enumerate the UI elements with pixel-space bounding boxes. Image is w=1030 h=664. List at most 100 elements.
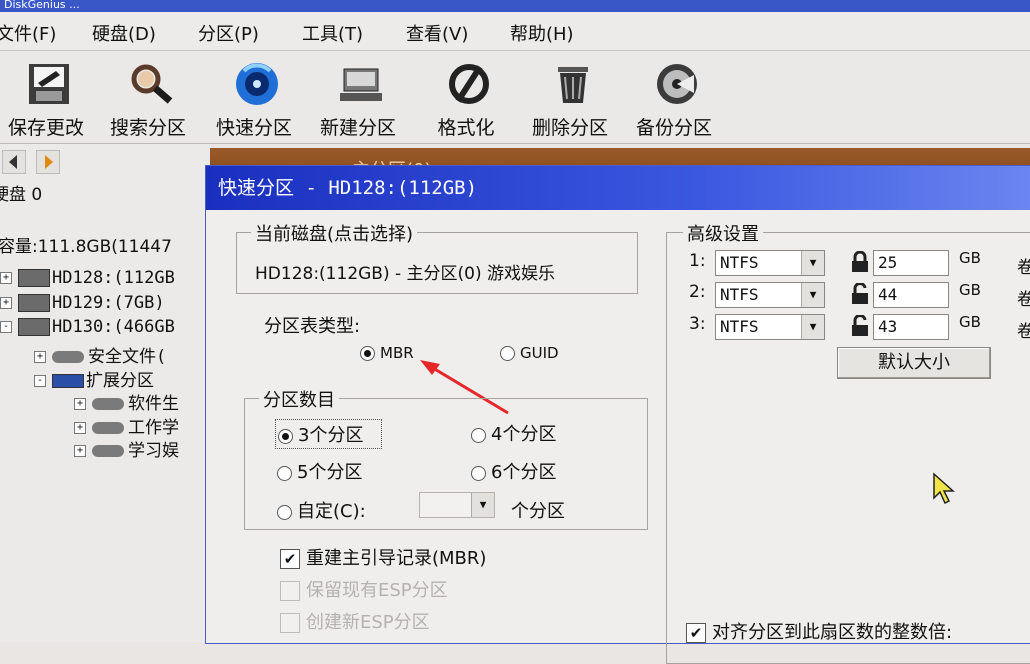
create-esp-checkbox[interactable]: 创建新ESP分区 xyxy=(280,608,430,634)
unlock-icon[interactable] xyxy=(849,283,871,305)
menu-tools[interactable]: 工具(T) xyxy=(302,20,363,46)
checkmark-icon: ✔ xyxy=(686,623,706,643)
tree-item-partition[interactable]: + 软件生 xyxy=(74,389,179,414)
partition-icon xyxy=(52,351,84,363)
menu-bar: 文件(F) 硬盘(D) 分区(P) 工具(T) 查看(V) 帮助(H) xyxy=(0,12,1030,51)
toolbar-label: 快速分区 xyxy=(215,117,292,139)
partition-count-group: 分区数目 3个分区 4个分区 5个分区 6个分区 自定(C): ▼ 个分区 xyxy=(244,386,648,530)
menu-disk[interactable]: 硬盘(D) xyxy=(92,20,156,46)
tree-item-hd130[interactable]: - HD130:(466GB xyxy=(0,317,175,337)
new-partition-icon xyxy=(340,68,382,101)
back-button[interactable] xyxy=(2,150,26,174)
backup-icon xyxy=(657,64,697,104)
row-number: 1: xyxy=(689,251,706,271)
menu-file[interactable]: 文件(F) xyxy=(0,20,56,46)
toolbar-label: 格式化 xyxy=(437,117,495,139)
extended-partition-icon xyxy=(52,374,84,388)
arrow-left-icon xyxy=(9,155,17,169)
expand-toggle-icon[interactable]: + xyxy=(0,272,12,284)
expand-toggle-icon[interactable]: + xyxy=(34,351,46,363)
row-number: 3: xyxy=(689,314,706,334)
tree-item-partition[interactable]: + 安全文件( xyxy=(34,342,166,367)
chevron-down-icon[interactable]: ▼ xyxy=(801,283,824,307)
menu-partition[interactable]: 分区(P) xyxy=(198,20,259,46)
filesystem-select-1[interactable]: NTFS ▼ xyxy=(715,250,825,276)
chevron-down-icon[interactable]: ▼ xyxy=(471,493,494,517)
lock-icon[interactable] xyxy=(849,251,871,273)
partition-icon xyxy=(92,445,124,457)
current-disk-value[interactable]: HD128:(112GB) - 主分区(0) 游戏娱乐 xyxy=(255,259,633,284)
current-disk-group[interactable]: 当前磁盘(点击选择) HD128:(112GB) - 主分区(0) 游戏娱乐 xyxy=(236,220,638,294)
expand-toggle-icon[interactable]: + xyxy=(74,422,86,434)
four-partitions-radio[interactable]: 4个分区 xyxy=(471,420,556,446)
forward-button[interactable] xyxy=(36,150,60,174)
checkmark-icon: ✔ xyxy=(280,549,300,569)
quick-partition-button[interactable]: 快速分区 xyxy=(208,55,300,141)
custom-count-select[interactable]: ▼ xyxy=(419,492,495,518)
partition-count-label: 分区数目 xyxy=(259,386,339,412)
toolbar: 保存更改 搜索分区 快速分区 新建分区 格式化 删除分区 备份分区 xyxy=(0,51,1030,144)
search-partition-button[interactable]: 搜索分区 xyxy=(102,55,194,141)
size-input-2[interactable]: 44 xyxy=(873,282,949,308)
toolbar-label: 保存更改 xyxy=(7,117,84,139)
menu-help[interactable]: 帮助(H) xyxy=(510,20,574,46)
left-panel: 硬盘 0 容量:111.8GB(11447 + HD128:(112GB + HD1… xyxy=(0,144,210,642)
tree-item-partition[interactable]: + 工作学 xyxy=(74,413,179,438)
custom-count-suffix: 个分区 xyxy=(511,501,565,522)
menu-view[interactable]: 查看(V) xyxy=(406,20,468,46)
delete-icon xyxy=(558,67,588,103)
radio-icon xyxy=(471,427,486,443)
arrow-right-icon xyxy=(45,155,53,169)
default-size-button[interactable]: 默认大小 xyxy=(837,347,991,379)
chevron-down-icon[interactable]: ▼ xyxy=(801,251,824,275)
radio-icon xyxy=(277,504,292,520)
backup-partition-button[interactable]: 备份分区 xyxy=(628,55,720,141)
three-partitions-radio[interactable]: 3个分区 xyxy=(275,419,383,449)
collapse-toggle-icon[interactable]: - xyxy=(0,321,12,333)
hard-disk-icon xyxy=(18,269,50,287)
advanced-settings-group: 高级设置 1: NTFS ▼ 25 GB 卷 2: NTFS ▼ 44 GB 卷 3… xyxy=(666,220,1030,664)
new-partition-button[interactable]: 新建分区 xyxy=(312,55,404,141)
unit-label: GB xyxy=(959,281,981,299)
expand-toggle-icon[interactable]: + xyxy=(74,445,86,457)
size-input-3[interactable]: 43 xyxy=(873,314,949,340)
keep-esp-checkbox[interactable]: 保留现有ESP分区 xyxy=(280,576,448,602)
toolbar-label: 搜索分区 xyxy=(109,117,186,139)
checkbox-icon xyxy=(280,613,300,633)
save-changes-button[interactable]: 保存更改 xyxy=(0,55,92,141)
partition-table-type-label: 分区表类型: xyxy=(264,316,361,337)
tree-item-hd129[interactable]: + HD129:(7GB) xyxy=(0,293,165,313)
current-disk-label: 当前磁盘(点击选择) xyxy=(251,220,418,246)
tree-item-partition[interactable]: + 学习娱 xyxy=(74,436,179,461)
partition-icon xyxy=(92,398,124,410)
chevron-down-icon[interactable]: ▼ xyxy=(801,315,824,339)
volume-label: 卷 xyxy=(1017,290,1030,310)
hard-disk-icon xyxy=(18,318,50,336)
align-sectors-checkbox[interactable]: ✔ 对齐分区到此扇区数的整数倍: xyxy=(686,618,952,644)
mouse-cursor-icon xyxy=(933,472,955,505)
radio-selected-icon xyxy=(360,346,375,361)
filesystem-select-3[interactable]: NTFS ▼ xyxy=(715,314,825,340)
rebuild-mbr-checkbox[interactable]: ✔ 重建主引导记录(MBR) xyxy=(280,544,486,570)
toolbar-label: 新建分区 xyxy=(319,117,396,139)
disk-number-label: 硬盘 0 xyxy=(0,185,43,205)
delete-partition-button[interactable]: 删除分区 xyxy=(524,55,616,141)
quick-partition-dialog: 快速分区 - HD128:(112GB) 当前磁盘(点击选择) HD128:(1… xyxy=(205,165,1030,664)
six-partitions-radio[interactable]: 6个分区 xyxy=(471,458,556,484)
unlock-icon[interactable] xyxy=(849,315,871,337)
format-button[interactable]: 格式化 xyxy=(420,55,512,141)
row-number: 2: xyxy=(689,282,706,302)
partition-icon xyxy=(92,422,124,434)
five-partitions-radio[interactable]: 5个分区 xyxy=(277,458,362,484)
tree-item-extended[interactable]: - 扩展分区 xyxy=(34,366,154,391)
app-title-bar: DiskGenius ... xyxy=(0,0,1030,12)
volume-label: 卷 xyxy=(1017,258,1030,278)
custom-count-radio[interactable]: 自定(C): xyxy=(277,497,366,523)
search-icon xyxy=(131,64,173,104)
tree-item-hd128[interactable]: + HD128:(112GB xyxy=(0,268,175,288)
expand-toggle-icon[interactable]: + xyxy=(0,297,12,309)
expand-toggle-icon[interactable]: + xyxy=(74,398,86,410)
size-input-1[interactable]: 25 xyxy=(873,250,949,276)
collapse-toggle-icon[interactable]: - xyxy=(34,375,46,387)
filesystem-select-2[interactable]: NTFS ▼ xyxy=(715,282,825,308)
